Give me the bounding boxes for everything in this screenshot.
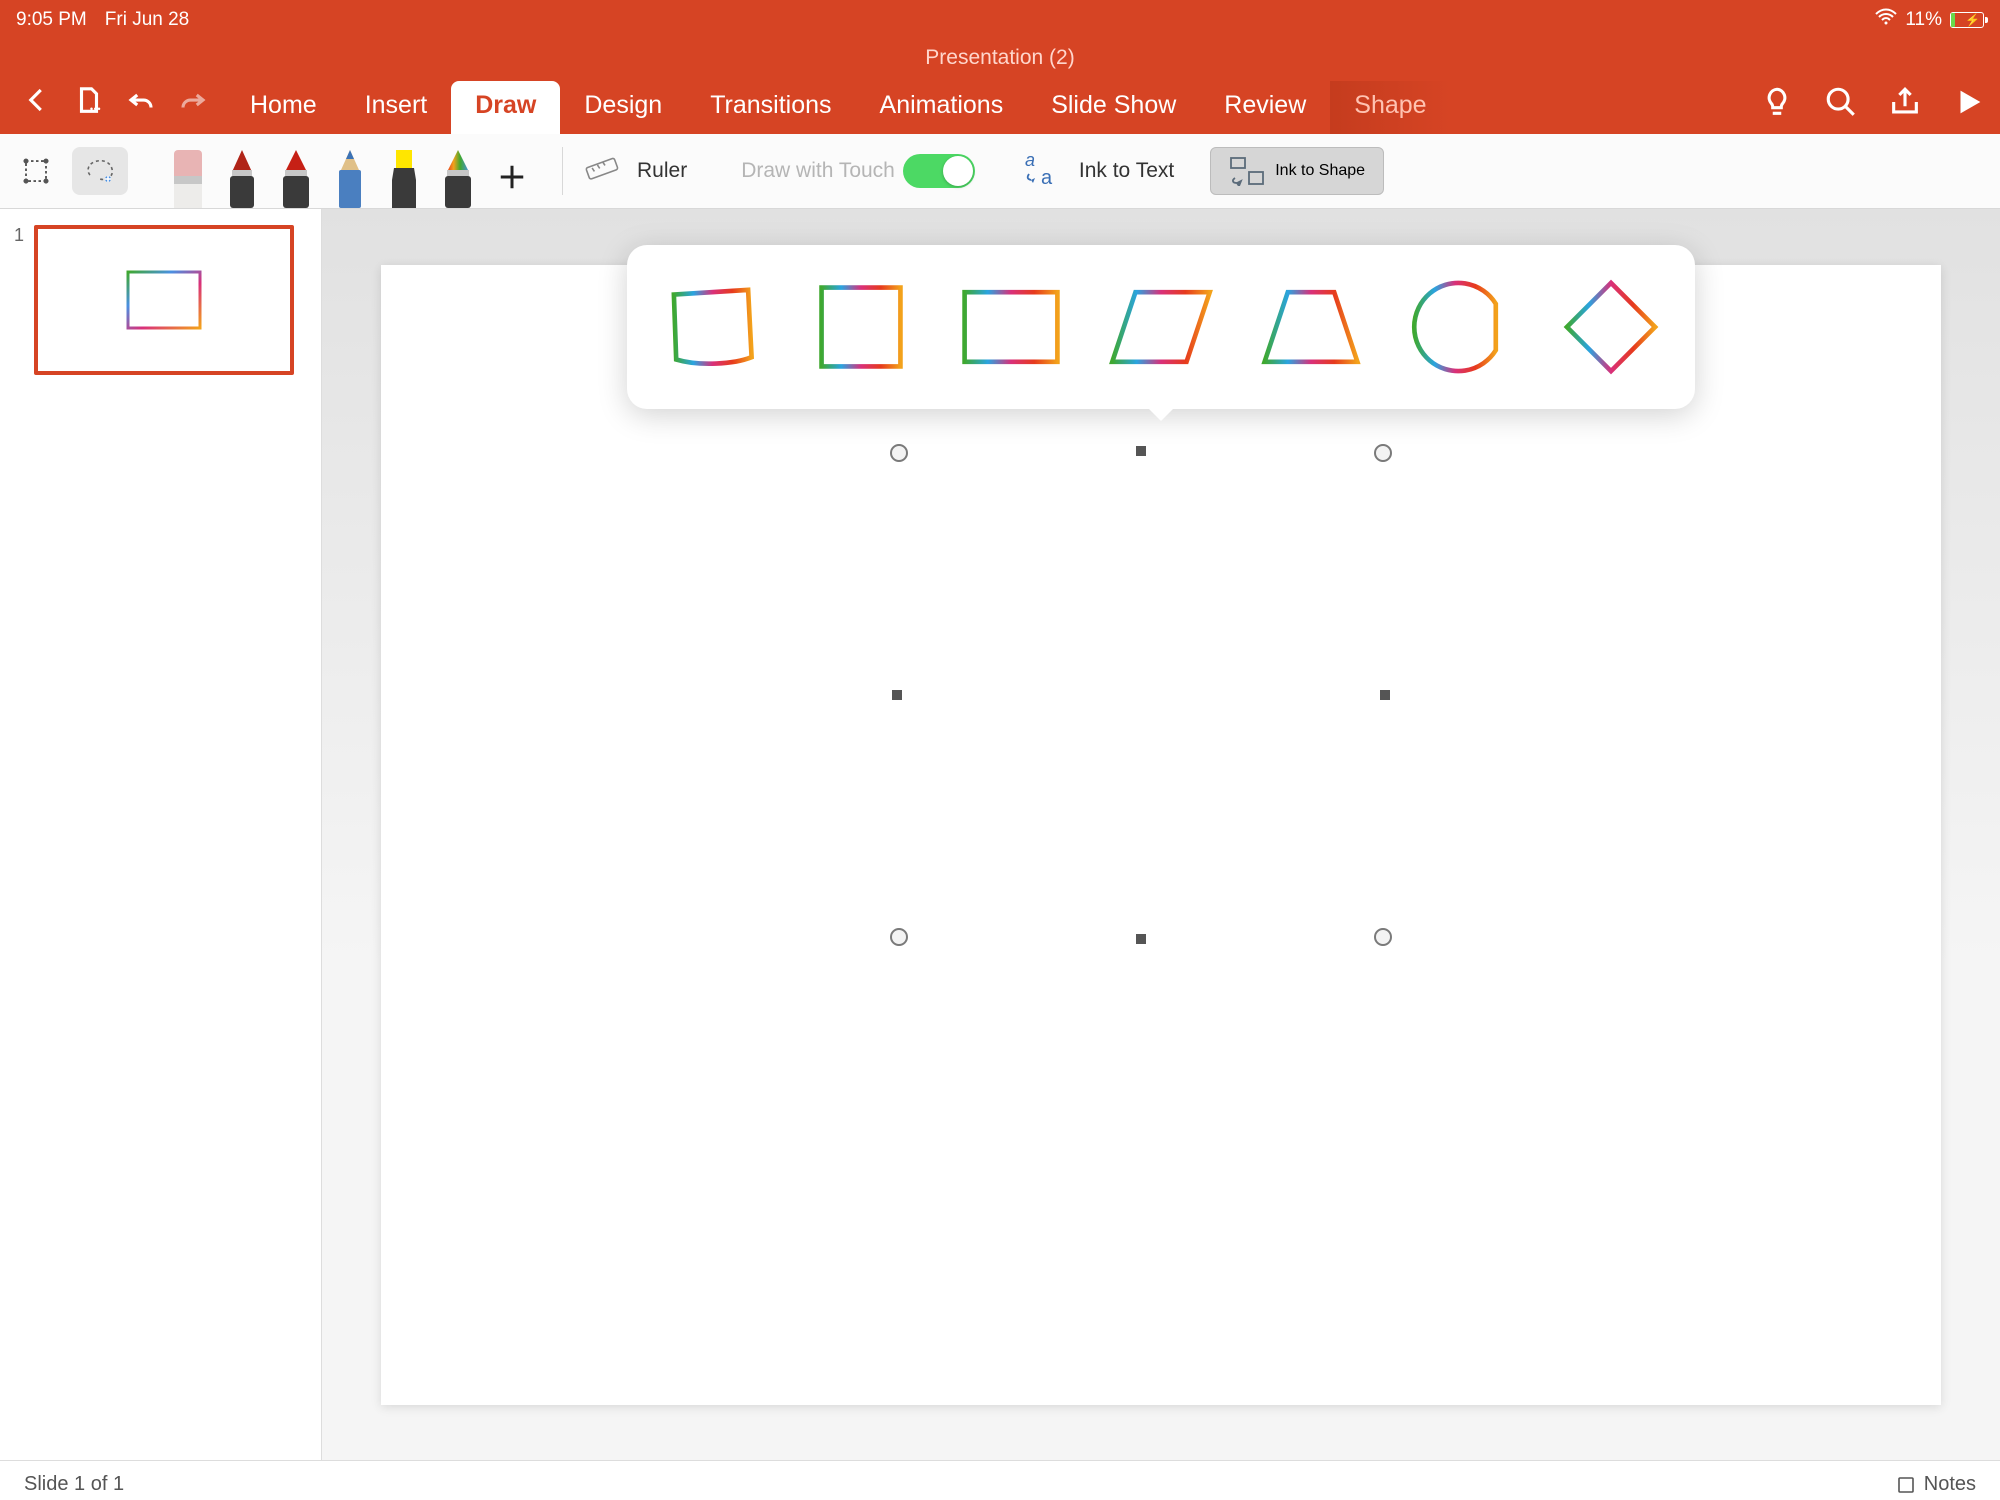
pen-rainbow[interactable]: [434, 146, 482, 208]
ribbon-bar: Home Insert Draw Design Transitions Anim…: [0, 70, 2000, 134]
ink-to-text-label[interactable]: Ink to Text: [1079, 159, 1174, 183]
lightbulb-icon[interactable]: [1760, 85, 1794, 124]
handle-tl[interactable]: [890, 444, 908, 462]
suggestion-rectangle[interactable]: [953, 269, 1069, 385]
selected-shape[interactable]: [891, 445, 1391, 945]
ink-to-text-icon[interactable]: aa: [1021, 148, 1063, 195]
tab-slideshow[interactable]: Slide Show: [1027, 81, 1200, 134]
handle-bm[interactable]: [1134, 932, 1148, 946]
tab-shape-label: Shape: [1354, 91, 1426, 119]
handle-tm[interactable]: [1134, 444, 1148, 458]
ipad-status-bar: 9:05 PM Fri Jun 28 11% ⚡: [0, 0, 2000, 40]
suggestion-square[interactable]: [803, 269, 919, 385]
draw-toolbar: Ruler Draw with Touch aa Ink to Text Ink…: [0, 134, 2000, 209]
draw-touch-label: Draw with Touch: [741, 159, 895, 183]
suggestion-diamond[interactable]: [1553, 269, 1669, 385]
tab-animations[interactable]: Animations: [856, 81, 1028, 134]
tab-insert[interactable]: Insert: [341, 81, 452, 134]
suggestion-freeform[interactable]: [653, 269, 769, 385]
tab-shape[interactable]: Shape: [1330, 81, 1450, 134]
highlighter-yellow[interactable]: [380, 146, 428, 208]
slide-thumbnail-1[interactable]: [34, 225, 294, 375]
wifi-icon: [1875, 8, 1897, 32]
status-time: 9:05 PM: [16, 9, 87, 31]
ruler-icon[interactable]: [581, 149, 621, 194]
handle-mr[interactable]: [1378, 688, 1392, 702]
suggestion-trapezoid[interactable]: [1253, 269, 1369, 385]
lasso-tool[interactable]: [72, 147, 128, 195]
handle-ml[interactable]: [890, 688, 904, 702]
file-button[interactable]: [74, 85, 104, 120]
status-date: Fri Jun 28: [105, 9, 189, 31]
workspace: 1: [0, 209, 2000, 1460]
search-icon[interactable]: [1824, 85, 1858, 124]
suggestion-parallelogram[interactable]: [1103, 269, 1219, 385]
tab-review[interactable]: Review: [1200, 81, 1330, 134]
share-icon[interactable]: [1888, 85, 1922, 124]
thumb-number: 1: [14, 225, 24, 375]
slide-canvas-area[interactable]: [322, 209, 2000, 1460]
tab-design[interactable]: Design: [560, 81, 686, 134]
document-title: Presentation (2): [925, 46, 1074, 69]
ink-to-shape-button[interactable]: Ink to Shape: [1210, 147, 1384, 195]
ruler-label[interactable]: Ruler: [637, 159, 687, 183]
undo-button[interactable]: [126, 85, 156, 120]
pen-red-thin[interactable]: [218, 146, 266, 208]
tab-transitions[interactable]: Transitions: [686, 81, 855, 134]
battery-icon: ⚡: [1950, 12, 1984, 28]
slide-indicator: Slide 1 of 1: [24, 1473, 124, 1496]
eraser-tool[interactable]: [164, 146, 212, 208]
ribbon-tabs: Home Insert Draw Design Transitions Anim…: [226, 81, 1451, 134]
pencil-blue[interactable]: [326, 146, 374, 208]
svg-text:a: a: [1025, 150, 1035, 170]
ink-to-shape-label: Ink to Shape: [1275, 162, 1365, 180]
tab-home[interactable]: Home: [226, 81, 341, 134]
battery-percent: 11%: [1905, 9, 1942, 31]
handle-br[interactable]: [1374, 928, 1392, 946]
play-icon[interactable]: [1952, 85, 1986, 124]
slide-canvas[interactable]: [381, 265, 1941, 1405]
suggestion-partial-circle[interactable]: [1403, 269, 1519, 385]
tab-draw[interactable]: Draw: [451, 81, 560, 134]
status-footer: Slide 1 of 1 Notes: [0, 1460, 2000, 1500]
document-title-bar: Presentation (2): [0, 40, 2000, 70]
notes-button[interactable]: Notes: [1896, 1473, 1976, 1496]
redo-button[interactable]: [178, 85, 208, 120]
selection-tool[interactable]: [8, 147, 64, 195]
handle-bl[interactable]: [890, 928, 908, 946]
svg-text:a: a: [1041, 167, 1053, 189]
add-pen[interactable]: [488, 146, 536, 208]
slide-thumbnails: 1: [0, 209, 322, 1460]
handle-tr[interactable]: [1374, 444, 1392, 462]
draw-touch-toggle[interactable]: [903, 154, 975, 188]
shape-suggestions: [627, 245, 1695, 409]
back-button[interactable]: [22, 85, 52, 120]
notes-label: Notes: [1924, 1473, 1976, 1496]
pen-red-thick[interactable]: [272, 146, 320, 208]
pen-gallery: [164, 134, 544, 208]
